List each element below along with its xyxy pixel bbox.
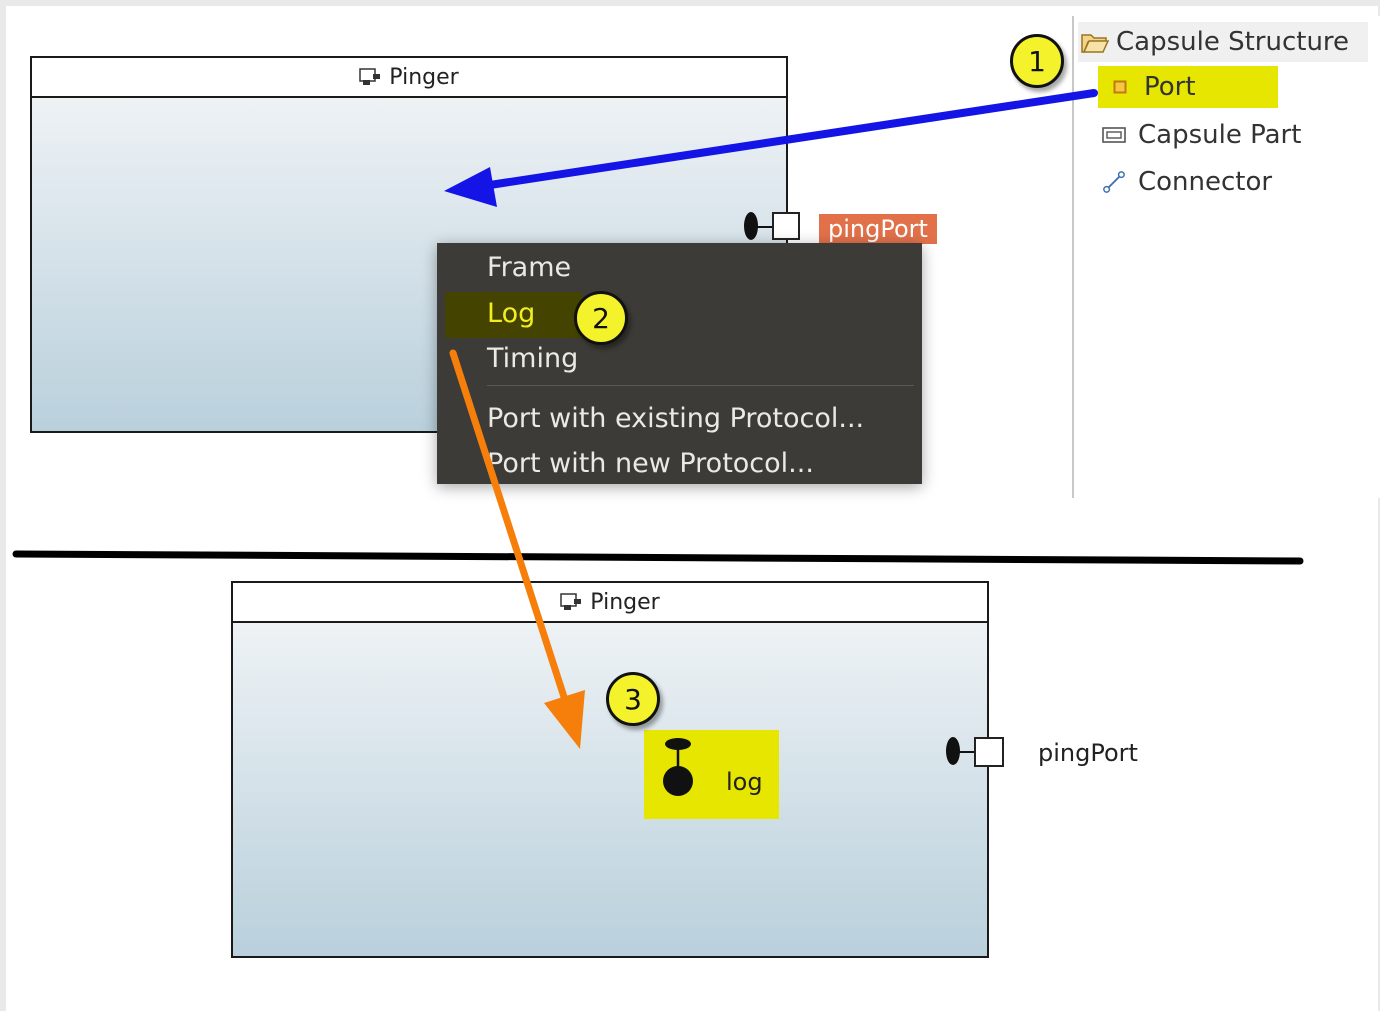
- bottom-port-box[interactable]: [974, 737, 1004, 767]
- callout-2: 2: [574, 291, 628, 345]
- bottom-port-label: pingPort: [1038, 739, 1138, 767]
- menu-item-log[interactable]: Log: [487, 293, 535, 333]
- menu-item-timing[interactable]: Timing: [487, 338, 578, 378]
- menu-item-port-new-protocol[interactable]: Port with new Protocol...: [487, 443, 814, 483]
- top-port-label[interactable]: pingPort: [819, 214, 937, 244]
- bottom-capsule-header: Pinger: [233, 583, 987, 623]
- palette-item-connector[interactable]: Connector: [1102, 161, 1272, 203]
- log-port[interactable]: log: [644, 730, 779, 819]
- menu-item-port-existing-protocol[interactable]: Port with existing Protocol...: [487, 398, 864, 438]
- top-port-box[interactable]: [772, 212, 800, 240]
- capsule-icon: [560, 593, 582, 610]
- palette-item-capsule-part[interactable]: Capsule Part: [1102, 114, 1301, 156]
- connector-icon: [1103, 171, 1125, 193]
- palette-title: Capsule Structure: [1116, 27, 1350, 57]
- capsule-icon: [359, 68, 381, 85]
- callout-1: 1: [1010, 34, 1064, 88]
- section-divider: [12, 550, 1304, 565]
- context-menu: Frame Log Timing Port with existing Prot…: [437, 243, 922, 484]
- log-port-icon: [663, 738, 693, 796]
- top-capsule-header: Pinger: [32, 58, 786, 98]
- folder-open-icon: [1081, 34, 1110, 53]
- palette-panel: Capsule Structure Port Capsule Part Conn…: [1072, 16, 1380, 498]
- bottom-capsule[interactable]: Pinger: [231, 581, 989, 958]
- top-capsule-title: Pinger: [389, 64, 459, 90]
- log-port-label: log: [726, 768, 763, 796]
- bottom-capsule-body[interactable]: [233, 623, 987, 956]
- callout-3: 3: [606, 672, 660, 726]
- menu-separator: [487, 385, 914, 386]
- port-icon: [1113, 80, 1127, 94]
- capsule-part-icon: [1102, 127, 1126, 143]
- bottom-capsule-title: Pinger: [590, 589, 660, 615]
- menu-item-frame[interactable]: Frame: [487, 247, 571, 287]
- palette-item-port[interactable]: Port: [1108, 66, 1196, 108]
- palette-drawer[interactable]: Capsule Structure: [1078, 22, 1368, 62]
